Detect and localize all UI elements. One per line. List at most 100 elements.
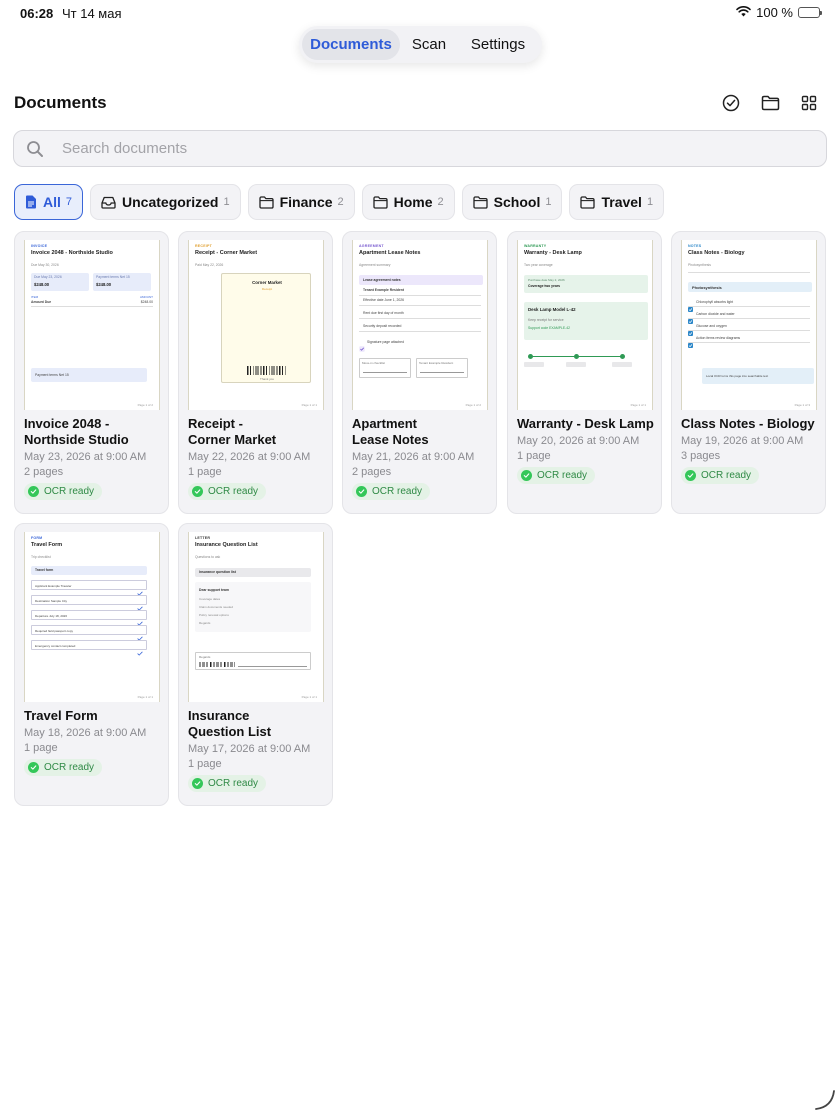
document-title: Apartment Lease Notes: [352, 416, 494, 448]
thumb-footer: Local OCR turns this page into searchabl…: [706, 374, 769, 378]
ocr-status-badge: OCR ready: [188, 483, 267, 500]
document-title-line: Corner Market: [188, 432, 277, 447]
document-card-lease[interactable]: AGREEMENT Apartment Lease Notes Agreemen…: [342, 231, 497, 514]
folder-icon: [580, 195, 596, 209]
barcode-icon: [247, 366, 287, 375]
thumb-page: Page 1 of 3: [794, 403, 810, 407]
thumb-box: Purchase date May 2, 2026 Coverage two y…: [524, 275, 648, 293]
thumb-sub: Photosynthesis: [688, 263, 711, 267]
document-icon: [25, 195, 37, 209]
document-card-warranty[interactable]: WARRANTY Warranty - Desk Lamp Two year c…: [507, 231, 662, 514]
document-title: Receipt - Corner Market: [188, 416, 330, 448]
folder-icon[interactable]: [759, 92, 781, 114]
filter-chips: All 7 Uncategorized 1 Finance 2 Home 2 S…: [14, 184, 665, 220]
thumb-sig-box: Move-in checklist: [359, 358, 411, 378]
thumb-row: Effective date June 1, 2026: [363, 298, 405, 302]
document-title: Insurance Question List: [188, 708, 330, 740]
document-card-insurance[interactable]: LETTER Insurance Question List Questions…: [178, 523, 333, 806]
checkmark-circle-icon: [521, 470, 532, 481]
thumb-line: Policy renewal options: [199, 613, 229, 617]
thumb-field: Required field passport copy: [31, 625, 147, 641]
thumb-band-sub: Tenant Example Resident: [363, 288, 405, 292]
resize-handle-icon[interactable]: [814, 1089, 836, 1116]
tab-scan[interactable]: Scan: [400, 29, 458, 60]
filter-chip-count: 2: [437, 196, 444, 208]
thumb-sig-box: Tenant Example Resident: [416, 358, 468, 378]
tab-settings[interactable]: Settings: [458, 29, 538, 60]
select-checkmark-icon[interactable]: [720, 92, 742, 114]
checkmark-circle-icon: [685, 470, 696, 481]
search-icon: [26, 140, 44, 163]
thumb-field: Emergency contact completed: [31, 640, 147, 656]
search-input[interactable]: [62, 131, 802, 166]
thumb-check-label: Signature page attached: [367, 340, 404, 344]
thumb-thanks: Thank you: [259, 377, 274, 381]
document-pages: 2 pages: [352, 466, 392, 478]
filter-chip-school[interactable]: School 1: [461, 184, 563, 220]
ocr-status-label: OCR ready: [208, 486, 259, 497]
tab-documents[interactable]: Documents: [302, 29, 400, 60]
thumb-receipt-slip: Corner Market Receipt Thank you: [221, 273, 311, 383]
thumb-model-box: Desk Lamp Model L-42 Keep receipt for se…: [524, 302, 648, 340]
battery-percent: 100 %: [756, 5, 793, 20]
document-title-line: Insurance: [188, 708, 250, 723]
thumb-item: Glucose and oxygen: [696, 324, 727, 328]
thumb-item: Action items review diagrams: [696, 336, 741, 340]
thumb-box-value: $248.00: [96, 282, 112, 287]
ocr-status-label: OCR ready: [208, 778, 259, 789]
thumb-page: Page 1 of 1: [630, 403, 646, 407]
filter-chip-all[interactable]: All 7: [14, 184, 84, 220]
filter-chip-label: Finance: [279, 194, 333, 210]
thumb-band: Insurance question list: [195, 568, 311, 577]
status-time: 06:28: [20, 6, 54, 21]
document-pages: 1 page: [517, 450, 551, 462]
filter-chip-finance[interactable]: Finance 2: [247, 184, 355, 220]
thumb-footer-band: Payment terms Net 15: [31, 368, 147, 382]
thumb-page: Page 1 of 2: [137, 403, 153, 407]
thumb-sig-box: Regards: [195, 652, 311, 670]
document-title-line: Class Notes - Biology: [681, 416, 815, 431]
filter-chip-travel[interactable]: Travel 1: [569, 184, 665, 220]
folder-icon: [372, 195, 388, 209]
filter-chip-count: 7: [65, 196, 73, 208]
thumb-field-label: Emergency contact completed: [35, 644, 76, 648]
thumb-sig-label: Regards: [199, 655, 211, 659]
thumb-sub: Agreement summary: [359, 263, 391, 267]
thumb-item: Chlorophyll absorbs light: [696, 300, 734, 304]
ocr-status-label: OCR ready: [44, 762, 95, 773]
thumb-kind: LETTER: [195, 536, 211, 540]
thumb-field: Applicant Example Traveler: [31, 580, 147, 596]
document-title-line: Northside Studio: [24, 432, 129, 447]
document-date: May 21, 2026 at 9:00 AM: [352, 451, 475, 463]
ocr-status-badge: OCR ready: [24, 483, 103, 500]
thumb-model-sub: Keep receipt for service: [528, 318, 564, 322]
thumb-row: Rent due first day of month: [363, 311, 404, 315]
filter-chip-home[interactable]: Home 2: [361, 184, 455, 220]
thumb-field-label: Applicant Example Traveler: [35, 584, 72, 588]
document-card-notes[interactable]: NOTES Class Notes - Biology Photosynthes…: [671, 231, 826, 514]
thumb-sub: Trip checklist: [31, 555, 51, 559]
thumb-page: Page 1 of 1: [301, 695, 317, 699]
filter-chip-count: 1: [223, 196, 230, 208]
filter-chip-uncategorized[interactable]: Uncategorized 1: [90, 184, 241, 220]
document-card-travel-form[interactable]: FORM Travel Form Trip checklist Travel f…: [14, 523, 169, 806]
wifi-icon: [736, 5, 751, 20]
grid-view-icon[interactable]: [798, 92, 820, 114]
document-title-line: Travel Form: [24, 708, 98, 723]
thumb-field-label: Required field passport copy: [35, 629, 74, 633]
checkmark-circle-icon: [192, 778, 203, 789]
filter-chip-label: All: [43, 194, 61, 210]
document-card-invoice[interactable]: INVOICE Invoice 2048 - Northside Studio …: [14, 231, 169, 514]
thumb-box-value: Coverage two years: [528, 284, 561, 288]
document-title: Class Notes - Biology: [681, 416, 823, 432]
document-date: May 20, 2026 at 9:00 AM: [517, 435, 640, 447]
filter-chip-label: Uncategorized: [122, 194, 219, 210]
filter-chip-count: 1: [545, 196, 552, 208]
thumb-store: Corner Market: [252, 280, 282, 285]
document-pages: 1 page: [188, 758, 222, 770]
document-thumbnail: NOTES Class Notes - Biology Photosynthes…: [681, 240, 817, 410]
document-pages: 2 pages: [24, 466, 64, 478]
signature-icon: [199, 662, 235, 667]
thumb-title: Apartment Lease Notes: [359, 250, 421, 256]
document-card-receipt[interactable]: RECEIPT Receipt - Corner Market Paid May…: [178, 231, 333, 514]
